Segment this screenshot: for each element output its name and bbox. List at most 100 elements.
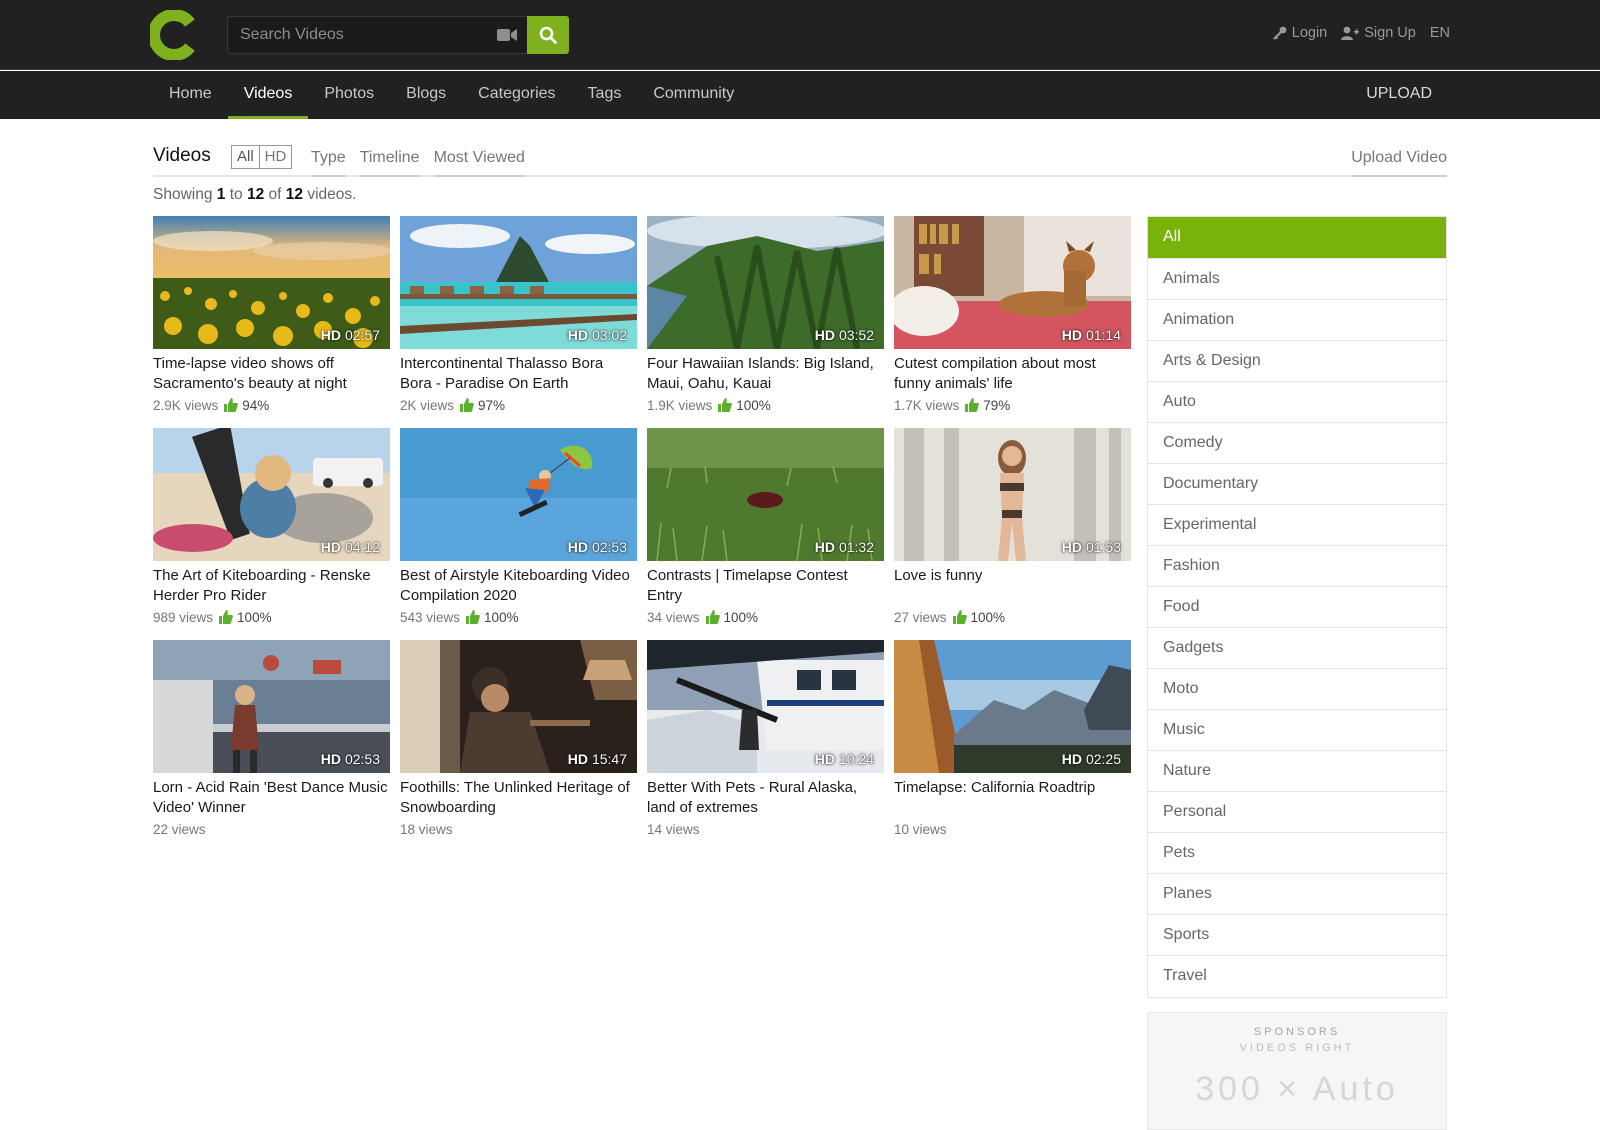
view-count: 2K views xyxy=(400,397,455,413)
search-input[interactable] xyxy=(240,26,487,44)
video-thumbnail[interactable]: HD 04:12 xyxy=(153,428,390,561)
video-title[interactable]: Time-lapse video shows off Sacramento's … xyxy=(153,354,390,394)
video-thumbnail[interactable]: HD 10:24 xyxy=(647,640,884,773)
category-planes[interactable]: Planes xyxy=(1148,874,1446,915)
video-card[interactable]: HD 02:25 Timelapse: California Roadtrip 1… xyxy=(894,640,1131,852)
video-meta: 22 views xyxy=(153,820,390,838)
language-selector[interactable]: EN xyxy=(1430,25,1450,41)
video-thumbnail[interactable]: HD 01:53 xyxy=(894,428,1131,561)
category-all[interactable]: All xyxy=(1148,217,1446,259)
video-title[interactable]: Foothills: The Unlinked Heritage of Snow… xyxy=(400,778,637,818)
video-card[interactable]: HD 02:53 Best of Airstyle Kiteboarding Vi… xyxy=(400,428,637,640)
duration-badge: HD 04:12 xyxy=(321,539,380,555)
video-thumbnail[interactable]: HD 02:57 xyxy=(153,216,390,349)
video-title[interactable]: Best of Airstyle Kiteboarding Video Comp… xyxy=(400,566,637,606)
hd-badge: HD xyxy=(320,751,341,767)
category-nature[interactable]: Nature xyxy=(1148,751,1446,792)
video-camera-icon[interactable] xyxy=(487,28,527,42)
category-gadgets[interactable]: Gadgets xyxy=(1148,628,1446,669)
upload-link[interactable]: UPLOAD xyxy=(1366,71,1432,117)
thumbs-up-icon xyxy=(460,398,474,412)
video-title[interactable]: The Art of Kiteboarding - Renske Herder … xyxy=(153,566,390,606)
video-card[interactable]: HD 15:47 Foothills: The Unlinked Heritage… xyxy=(400,640,637,852)
category-moto[interactable]: Moto xyxy=(1148,669,1446,710)
video-thumbnail[interactable]: HD 15:47 xyxy=(400,640,637,773)
showing-from: 1 xyxy=(216,186,226,203)
video-card[interactable]: HD 01:32 Contrasts | Timelapse Contest En… xyxy=(647,428,884,640)
video-card[interactable]: HD 04:12 The Art of Kiteboarding - Renske… xyxy=(153,428,390,640)
category-personal[interactable]: Personal xyxy=(1148,792,1446,833)
filter-type[interactable]: Type xyxy=(311,135,346,177)
category-auto[interactable]: Auto xyxy=(1148,382,1446,423)
category-animals[interactable]: Animals xyxy=(1148,259,1446,300)
category-music[interactable]: Music xyxy=(1148,710,1446,751)
category-fashion[interactable]: Fashion xyxy=(1148,546,1446,587)
duration-badge: HD 01:14 xyxy=(1062,327,1121,343)
video-grid: HD 02:57 Time-lapse video shows off Sacra… xyxy=(153,216,1133,852)
showing-to-word: to xyxy=(229,186,243,203)
nav-community[interactable]: Community xyxy=(637,71,750,119)
search-button[interactable] xyxy=(527,16,569,54)
video-card[interactable]: HD 01:53 Love is funny 27 views 100% xyxy=(894,428,1131,640)
category-pets[interactable]: Pets xyxy=(1148,833,1446,874)
duration-badge: HD 10:24 xyxy=(815,751,874,767)
nav-videos[interactable]: Videos xyxy=(227,71,309,119)
rating: 100% xyxy=(466,610,519,625)
video-card[interactable]: HD 03:52 Four Hawaiian Islands: Big Islan… xyxy=(647,216,884,428)
video-title[interactable]: Lorn - Acid Rain 'Best Dance Music Video… xyxy=(153,778,390,818)
video-card[interactable]: HD 02:57 Time-lapse video shows off Sacra… xyxy=(153,216,390,428)
nav-categories[interactable]: Categories xyxy=(462,71,571,119)
category-experimental[interactable]: Experimental xyxy=(1148,505,1446,546)
video-thumbnail[interactable]: HD 01:32 xyxy=(647,428,884,561)
video-card[interactable]: HD 03:02 Intercontinental Thalasso Bora B… xyxy=(400,216,637,428)
user-plus-icon xyxy=(1341,26,1360,40)
duration-badge: HD 02:57 xyxy=(321,327,380,343)
video-meta: 14 views xyxy=(647,820,884,838)
video-title[interactable]: Better With Pets - Rural Alaska, land of… xyxy=(647,778,884,818)
filter-most-viewed[interactable]: Most Viewed xyxy=(433,135,525,177)
video-card[interactable]: HD 01:14 Cutest compilation about most fu… xyxy=(894,216,1131,428)
video-title[interactable]: Love is funny xyxy=(894,566,1131,606)
site-logo[interactable] xyxy=(150,10,198,60)
hd-badge: HD xyxy=(567,327,588,343)
video-card[interactable]: HD 02:53 Lorn - Acid Rain 'Best Dance Mus… xyxy=(153,640,390,852)
video-title[interactable]: Intercontinental Thalasso Bora Bora - Pa… xyxy=(400,354,637,394)
nav-tags[interactable]: Tags xyxy=(572,71,638,119)
category-food[interactable]: Food xyxy=(1148,587,1446,628)
video-thumbnail[interactable]: HD 02:25 xyxy=(894,640,1131,773)
category-arts-design[interactable]: Arts & Design xyxy=(1148,341,1446,382)
login-link[interactable]: Login xyxy=(1273,25,1327,41)
filter-timeline[interactable]: Timeline xyxy=(359,135,420,177)
rating: 100% xyxy=(219,610,272,625)
category-documentary[interactable]: Documentary xyxy=(1148,464,1446,505)
thumbs-up-icon xyxy=(466,610,480,624)
signup-link[interactable]: Sign Up xyxy=(1341,25,1416,41)
video-card[interactable]: HD 10:24 Better With Pets - Rural Alaska,… xyxy=(647,640,884,852)
nav-photos[interactable]: Photos xyxy=(308,71,390,119)
sponsor-ad-slot[interactable]: SPONSORS VIDEOS RIGHT 300 × Auto xyxy=(1147,1012,1447,1130)
thumbs-up-icon xyxy=(219,610,233,624)
video-title[interactable]: Cutest compilation about most funny anim… xyxy=(894,354,1131,394)
hd-badge: HD xyxy=(814,327,835,343)
view-count: 14 views xyxy=(647,821,700,837)
video-thumbnail[interactable]: HD 03:02 xyxy=(400,216,637,349)
video-thumbnail[interactable]: HD 02:53 xyxy=(400,428,637,561)
video-meta: 989 views 100% xyxy=(153,608,390,626)
video-thumbnail[interactable]: HD 01:14 xyxy=(894,216,1131,349)
video-thumbnail[interactable]: HD 02:53 xyxy=(153,640,390,773)
nav-blogs[interactable]: Blogs xyxy=(390,71,462,119)
nav-home[interactable]: Home xyxy=(153,71,228,119)
video-title[interactable]: Timelapse: California Roadtrip xyxy=(894,778,1131,818)
key-icon xyxy=(1273,26,1287,40)
category-travel[interactable]: Travel xyxy=(1148,956,1446,997)
upload-video-link[interactable]: Upload Video xyxy=(1351,135,1447,177)
toggle-all[interactable]: All xyxy=(232,146,260,168)
category-comedy[interactable]: Comedy xyxy=(1148,423,1446,464)
video-thumbnail[interactable]: HD 03:52 xyxy=(647,216,884,349)
toggle-hd[interactable]: HD xyxy=(260,146,292,168)
category-sports[interactable]: Sports xyxy=(1148,915,1446,956)
video-title[interactable]: Four Hawaiian Islands: Big Island, Maui,… xyxy=(647,354,884,394)
video-title[interactable]: Contrasts | Timelapse Contest Entry xyxy=(647,566,884,606)
category-animation[interactable]: Animation xyxy=(1148,300,1446,341)
rating-value: 100% xyxy=(970,609,1006,625)
